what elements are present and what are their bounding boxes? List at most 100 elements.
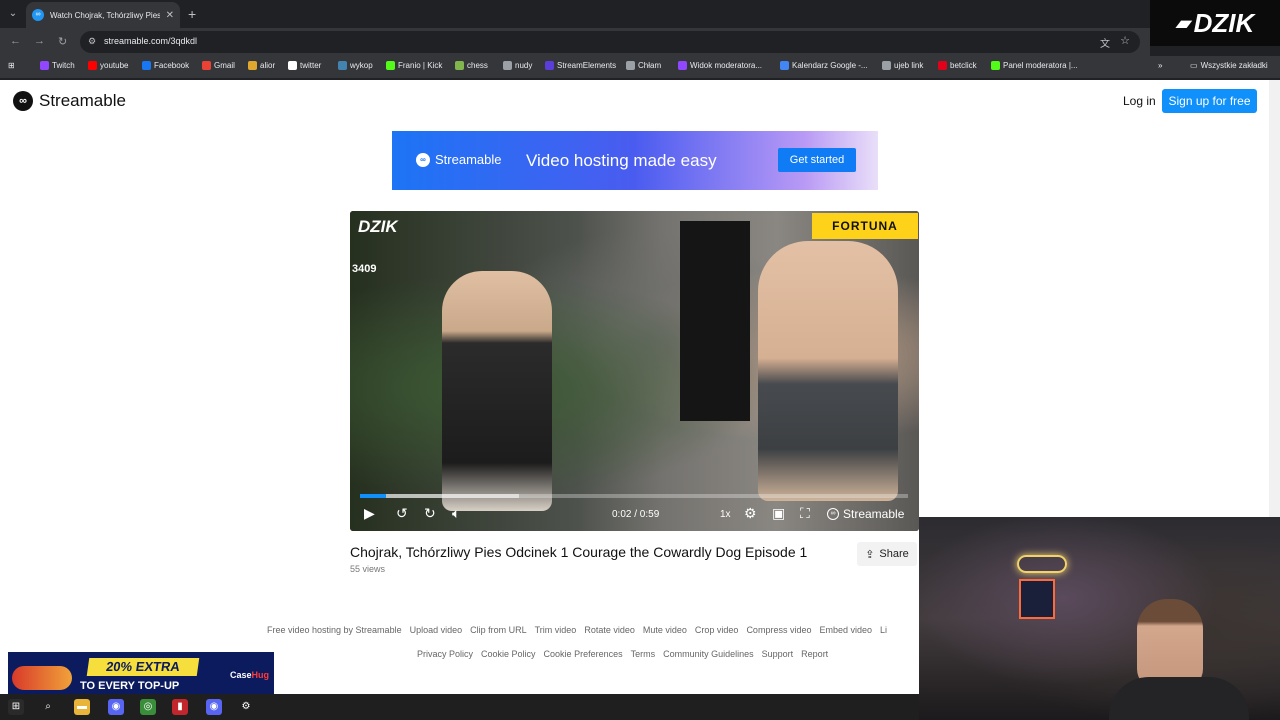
bookmark-item[interactable]: Twitch xyxy=(40,61,75,70)
bookmark-item[interactable]: Gmail xyxy=(202,61,235,70)
footer-link[interactable]: Cookie Policy xyxy=(481,649,536,659)
bookmark-label: Chłam xyxy=(638,61,662,70)
folder-icon: ▭ xyxy=(1190,61,1198,70)
forward-skip-icon[interactable]: ↻ xyxy=(424,505,436,522)
bookmark-label: ujeb link xyxy=(894,61,924,70)
bookmark-item[interactable]: Widok moderatora... xyxy=(678,61,762,70)
streamer-webcam xyxy=(919,517,1280,720)
video-player[interactable]: DZIK 3409 FORTUNA ▶ ↺ ↻ 🔈︎ 0:02 / 0:59 1… xyxy=(350,211,919,531)
reload-icon[interactable]: ↻ xyxy=(58,35,67,48)
chrome-icon[interactable]: ◎ xyxy=(140,699,156,715)
back-icon[interactable]: ← xyxy=(10,35,21,47)
footer-link[interactable]: Community Guidelines xyxy=(663,649,754,659)
bookmark-favicon-icon xyxy=(386,61,395,70)
speed-button[interactable]: 1x xyxy=(720,509,731,520)
promo-brand: CaseHug xyxy=(230,670,269,680)
volume-icon[interactable]: 🔈︎ xyxy=(452,505,460,522)
site-logo[interactable]: ∞ Streamable xyxy=(13,91,126,111)
get-started-button[interactable]: Get started xyxy=(778,148,856,172)
footer-link[interactable]: Clip from URL xyxy=(470,625,527,635)
promo-line: TO EVERY TOP-UP xyxy=(80,680,180,692)
fullscreen-icon[interactable]: ⛶ xyxy=(800,505,810,522)
new-tab-icon[interactable]: + xyxy=(188,6,196,22)
footer-link[interactable]: Crop video xyxy=(695,625,739,635)
player-brand-text: Streamable xyxy=(843,507,905,521)
translate-icon[interactable]: 文 xyxy=(1100,35,1110,50)
bookmark-item[interactable]: ujeb link xyxy=(882,61,923,70)
app-icon[interactable]: ▮ xyxy=(172,699,188,715)
footer-link[interactable]: Upload video xyxy=(410,625,463,635)
bookmark-favicon-icon xyxy=(626,61,635,70)
tab-strip: ⌄ ∞ Watch Chojrak, Tchórzliwy Pies Odcin… xyxy=(0,0,1150,28)
bookmark-item[interactable]: chess xyxy=(455,61,488,70)
bookmarks-folder[interactable]: ▭ Wszystkie zakładki xyxy=(1190,61,1268,70)
bookmark-item[interactable]: Kalendarz Google -... xyxy=(780,61,868,70)
sponsor-promo: 20% EXTRA TO EVERY TOP-UP CaseHug xyxy=(8,652,274,698)
view-count: 55 views xyxy=(350,564,386,574)
footer-link[interactable]: Report xyxy=(801,649,828,659)
footer-link[interactable]: Terms xyxy=(631,649,656,659)
address-bar[interactable]: ⚙ streamable.com/3qdkdl 文 ☆ xyxy=(80,31,1140,53)
bookmark-star-icon[interactable]: ☆ xyxy=(1120,34,1130,47)
browser-chrome: ⌄ ∞ Watch Chojrak, Tchórzliwy Pies Odcin… xyxy=(0,0,1280,80)
bookmark-label: StreamElements xyxy=(557,61,617,70)
more-bookmarks-icon[interactable]: » xyxy=(1158,61,1162,70)
settings-icon[interactable]: ⚙ xyxy=(238,699,254,715)
promo-banner[interactable]: ∞ Streamable Video hosting made easy Get… xyxy=(392,131,878,190)
share-label: Share xyxy=(879,548,909,560)
bookmark-favicon-icon xyxy=(882,61,891,70)
bookmark-item[interactable]: alior xyxy=(248,61,275,70)
bookmark-item[interactable]: nudy xyxy=(503,61,532,70)
share-button[interactable]: ⇪ Share xyxy=(857,542,917,566)
apps-grid-icon[interactable]: ⊞ xyxy=(8,61,15,70)
tab-title: Watch Chojrak, Tchórzliwy Pies Odcinek 1… xyxy=(50,10,160,20)
bookmark-item[interactable]: Franio | Kick xyxy=(386,61,442,70)
discord-icon[interactable]: ◉ xyxy=(108,699,124,715)
tab-search-icon[interactable]: ⌄ xyxy=(4,5,22,23)
bookmark-label: youtube xyxy=(100,61,129,70)
bookmark-item[interactable]: Panel moderatora |... xyxy=(991,61,1078,70)
bookmark-item[interactable]: youtube xyxy=(88,61,128,70)
forward-icon[interactable]: → xyxy=(34,35,45,47)
stream-brand-text: DZIK xyxy=(1193,7,1255,38)
windows-start-icon[interactable]: ⊞ xyxy=(8,699,24,715)
neon-sign xyxy=(1017,555,1067,573)
bookmark-item[interactable]: twitter xyxy=(288,61,321,70)
footer-link[interactable]: Compress video xyxy=(746,625,811,635)
bookmark-favicon-icon xyxy=(503,61,512,70)
footer-link[interactable]: Free video hosting by Streamable xyxy=(267,625,402,635)
player-brand[interactable]: ∞ Streamable xyxy=(827,507,904,521)
bookmark-label: chess xyxy=(467,61,488,70)
bookmark-item[interactable]: Chłam xyxy=(626,61,661,70)
bookmark-label: alior xyxy=(260,61,276,70)
footer-link[interactable]: Embed video xyxy=(819,625,872,635)
video-title: Chojrak, Tchórzliwy Pies Odcinek 1 Coura… xyxy=(350,544,808,560)
login-link[interactable]: Log in xyxy=(1123,94,1156,108)
site-logo-text: Streamable xyxy=(39,91,126,110)
seek-bar[interactable] xyxy=(360,494,908,498)
footer-link[interactable]: Support xyxy=(762,649,794,659)
bookmark-favicon-icon xyxy=(545,61,554,70)
bookmark-item[interactable]: betclick xyxy=(938,61,977,70)
footer-link[interactable]: Privacy Policy xyxy=(417,649,473,659)
bookmark-item[interactable]: Facebook xyxy=(142,61,189,70)
footer-link[interactable]: Mute video xyxy=(643,625,687,635)
discord-alt-icon[interactable]: ◉ xyxy=(206,699,222,715)
tab-active[interactable]: ∞ Watch Chojrak, Tchórzliwy Pies Odcinek… xyxy=(26,2,180,28)
play-icon[interactable]: ▶ xyxy=(364,505,375,522)
footer-link[interactable]: Cookie Preferences xyxy=(544,649,623,659)
footer-link[interactable]: Li xyxy=(880,625,887,635)
signup-button[interactable]: Sign up for free xyxy=(1162,89,1257,113)
footer-link[interactable]: Rotate video xyxy=(584,625,635,635)
bookmark-item[interactable]: wykop xyxy=(338,61,373,70)
taskbar-search-icon[interactable]: ⌕ xyxy=(40,699,56,715)
close-tab-icon[interactable]: ✕ xyxy=(166,10,174,21)
settings-gear-icon[interactable]: ⚙ xyxy=(744,505,757,522)
bookmark-label: Facebook xyxy=(154,61,190,70)
site-info-icon[interactable]: ⚙ xyxy=(88,36,96,47)
picture-in-picture-icon[interactable]: ▣ xyxy=(772,505,785,522)
file-explorer-icon[interactable]: ▬ xyxy=(74,699,90,715)
rewind-icon[interactable]: ↺ xyxy=(396,505,408,522)
footer-link[interactable]: Trim video xyxy=(535,625,577,635)
bookmark-item[interactable]: StreamElements xyxy=(545,61,616,70)
